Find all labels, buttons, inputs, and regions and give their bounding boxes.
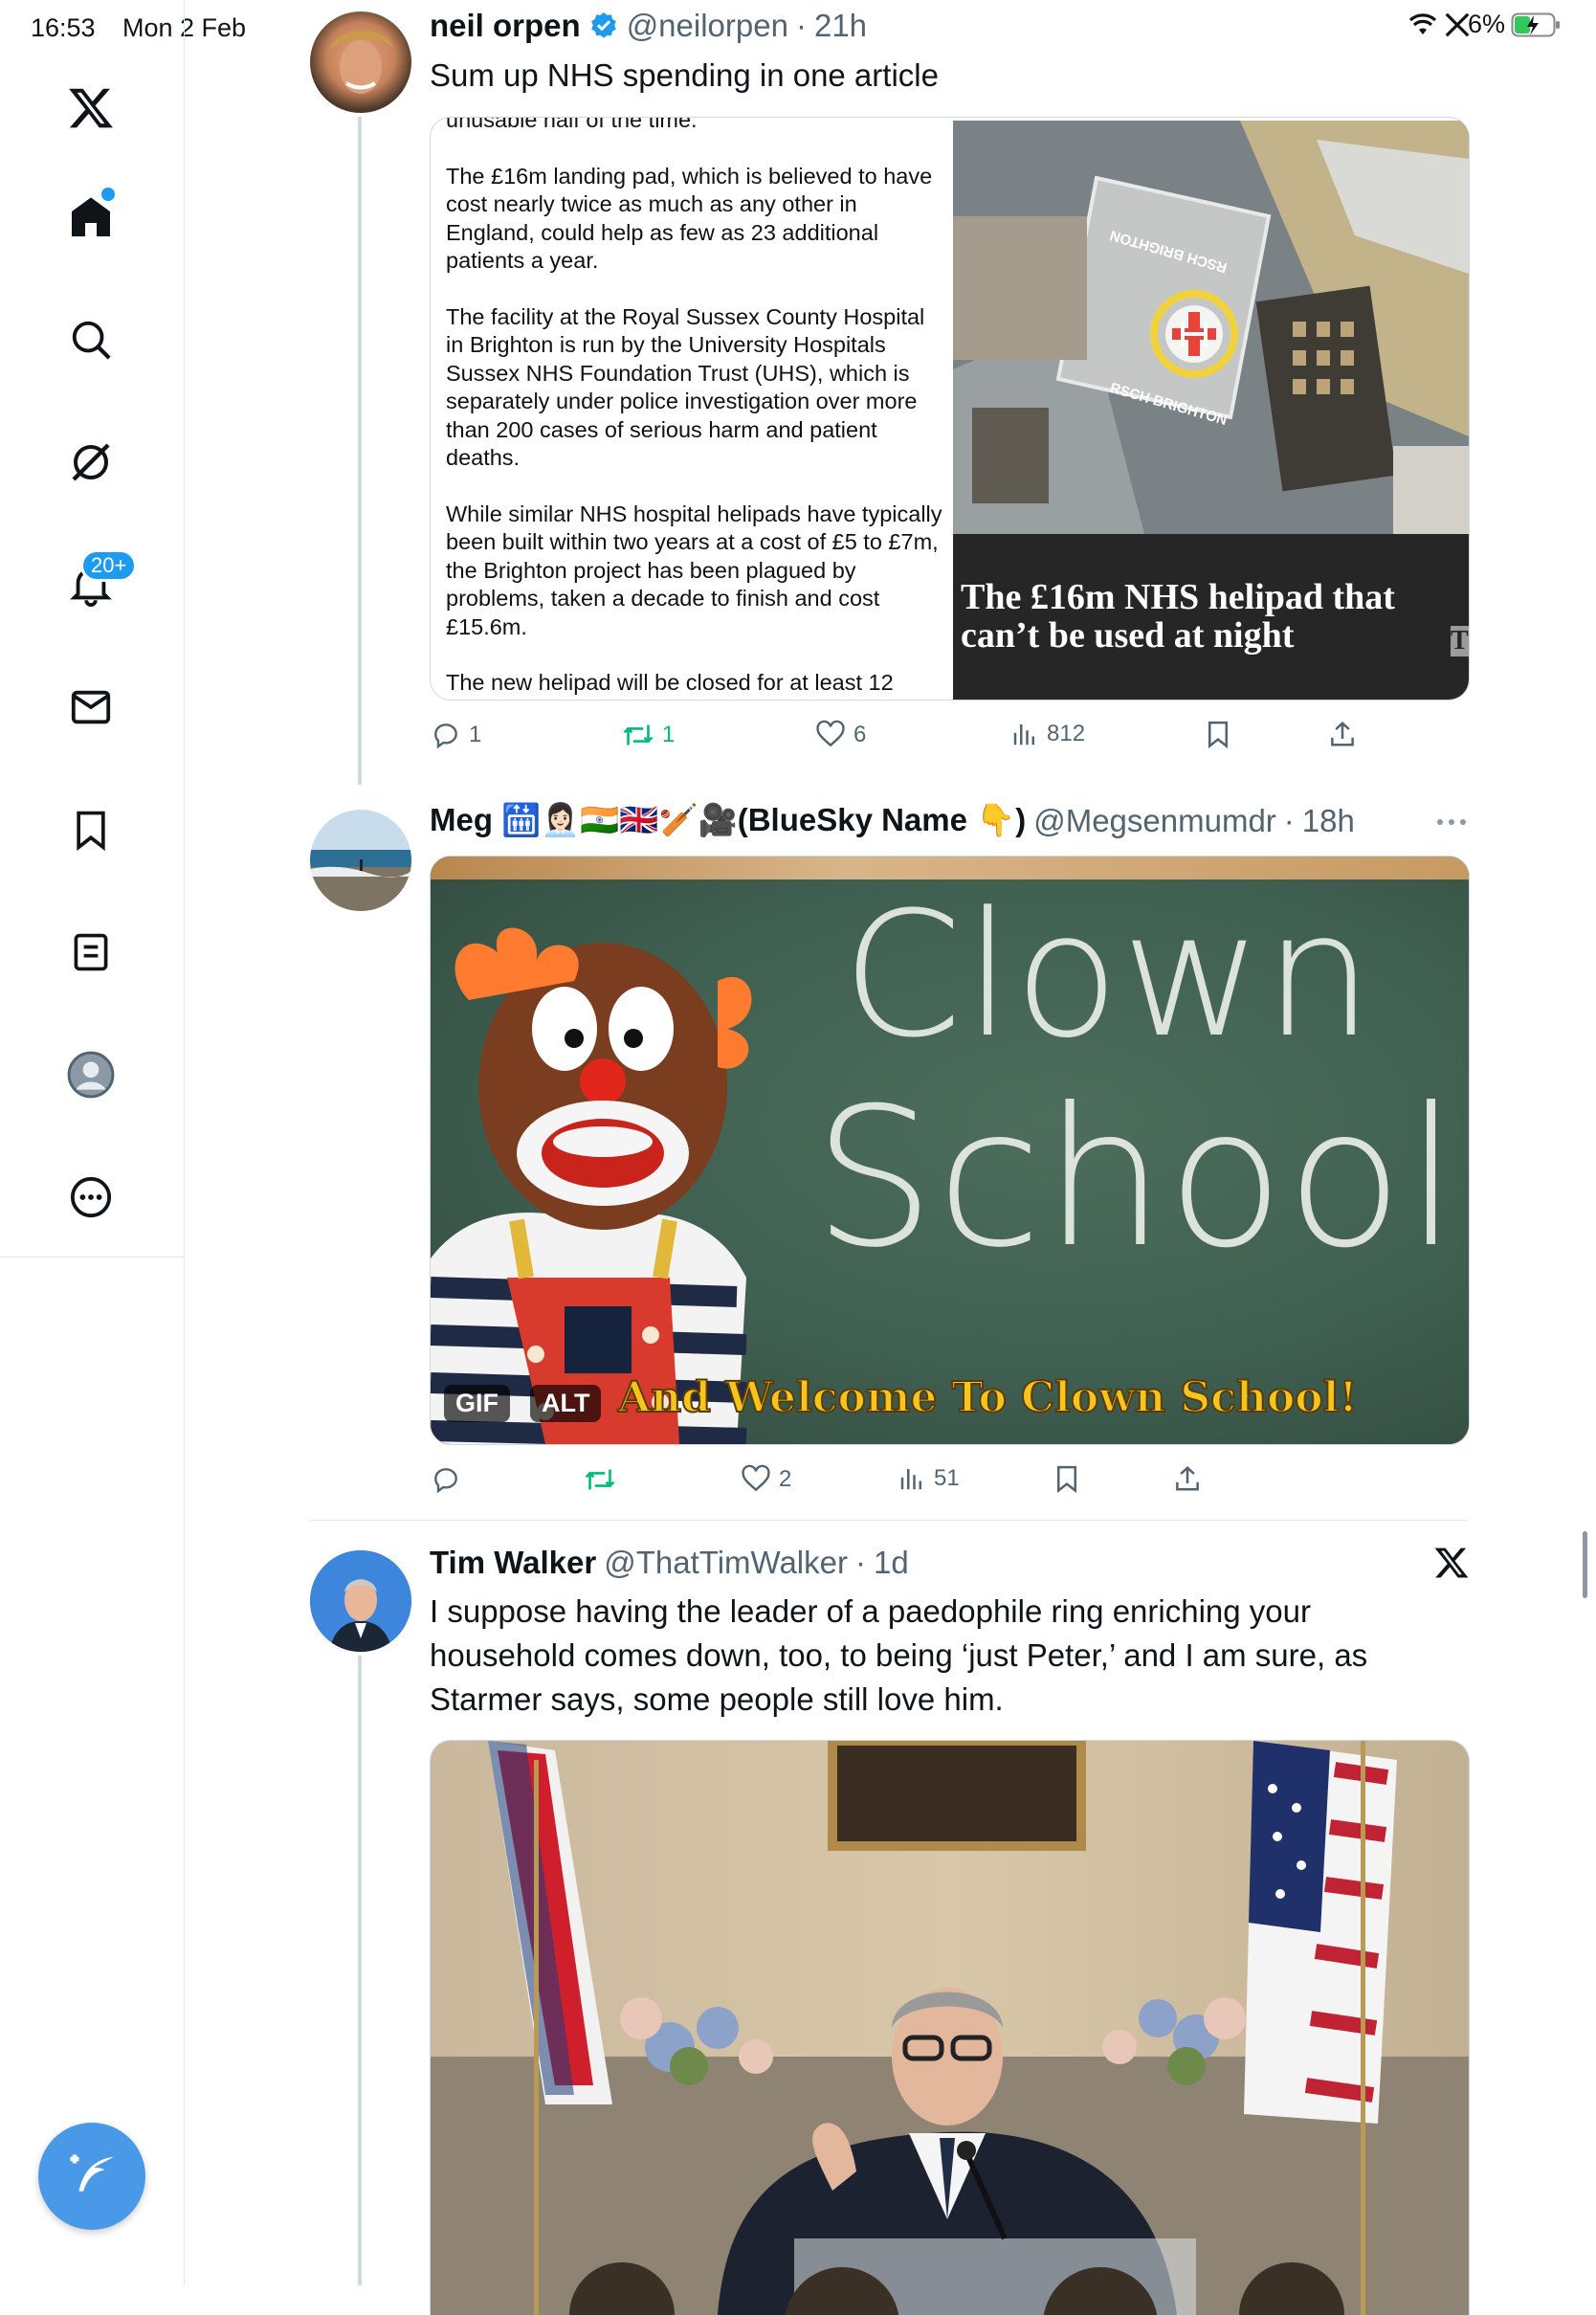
more-icon[interactable] [57,1164,124,1231]
alt-badge[interactable]: ALT [530,1385,602,1422]
repost-icon [623,724,654,746]
reply-button[interactable]: 1 [431,720,481,750]
tweet-image[interactable]: unusable half of the time. The £16m land… [430,117,1470,701]
article-paragraph: unusable half of the time. [446,117,698,132]
views-icon [1013,724,1034,746]
reply-count: 1 [469,722,482,747]
compose-icon [70,2154,114,2192]
gif-caption: And Welcome To Clown School! [617,1372,1359,1423]
battery-percent: 6% [1468,10,1506,38]
bookmark-icon [1208,721,1228,748]
chalk-text: Clown [842,876,1376,1076]
notifications-badge: 20+ [80,549,138,582]
share-button[interactable] [1173,1464,1202,1493]
author-handle[interactable]: @neilorpen [627,8,788,44]
article-paragraph: The facility at the Royal Sussex County … [446,303,925,471]
bookmark-button[interactable] [1204,720,1232,748]
article-body: unusable half of the time. The £16m land… [446,117,943,700]
home-unread-dot [101,188,115,201]
verified-badge-icon [590,12,616,38]
views-icon [900,1469,921,1490]
search-icon[interactable] [57,306,124,373]
reply-icon [434,1468,457,1494]
home-icon[interactable] [57,184,124,251]
headline-panel: The £16m NHS helipad that can’t be used … [953,534,1469,700]
battery-icon [1511,12,1561,36]
tweet-header: Meg 🛗👩🏻‍💼🇮🇳🇬🇧🏏🎥(BlueSky Name 👇) @Megsenm… [430,802,1355,839]
separator-dot: · [795,8,807,43]
avatar[interactable] [310,1550,411,1652]
views-button[interactable]: 812 [1010,720,1085,748]
more-horizontal-icon [1437,819,1466,825]
lists-icon[interactable] [57,919,124,986]
bookmarks-icon[interactable] [57,796,124,863]
like-count: 2 [779,1466,792,1492]
status-right: 6% [1408,10,1563,39]
views-button[interactable]: 51 [898,1464,960,1493]
tweet-header: neil orpen @neilorpen · 21h [430,8,867,44]
like-button[interactable]: 6 [815,720,866,750]
article-paragraph: While similar NHS hospital helipads have… [446,501,942,639]
grok-icon[interactable] [57,429,124,496]
bookmark-icon [1057,1465,1076,1493]
repost-button[interactable] [584,1464,624,1495]
author-name[interactable]: neil orpen [430,8,581,44]
wifi-icon [1408,12,1437,34]
timestamp[interactable]: 21h [814,8,867,44]
article-paragraph: The new helipad will be closed for at le… [446,670,894,695]
reply-button[interactable] [431,1464,469,1495]
author-name[interactable]: Tim Walker [430,1545,596,1581]
like-count: 6 [853,722,867,747]
chalk-text: School [813,1067,1460,1290]
share-icon [1176,1466,1199,1491]
messages-icon[interactable] [57,674,124,741]
author-handle[interactable]: @ThatTimWalker [604,1545,848,1581]
avatar[interactable] [310,810,411,911]
author-name[interactable]: Meg 🛗👩🏻‍💼🇮🇳🇬🇧🏏🎥(BlueSky Name 👇) [430,802,1026,839]
tweet-text: I suppose having the leader of a paedoph… [430,1593,1368,1717]
views-count: 812 [1047,721,1086,746]
x-logo-icon [1433,1545,1470,1586]
compose-button[interactable] [38,2123,145,2230]
avatar[interactable] [310,11,411,113]
separator-dot: · [1283,802,1295,838]
bookmark-button[interactable] [1053,1464,1081,1493]
clown-puppet [431,927,752,1444]
headline-edge-fragment: T [1451,626,1469,657]
tweet-text: Sum up NHS spending in one article [430,57,939,93]
profile-icon[interactable] [57,1041,124,1108]
thread-line [358,117,362,785]
author-handle[interactable]: @Megsenmumdr [1033,803,1276,839]
helipad-photo: RSCH BRIGHTON RSCH BRIGHTON [953,121,1469,534]
timestamp[interactable]: 18h [1302,803,1355,839]
share-button[interactable] [1328,720,1357,748]
scrollbar[interactable] [1583,1531,1587,1598]
article-paragraph: The £16m landing pad, which is believed … [446,163,933,274]
share-icon [1331,722,1354,746]
views-count: 51 [934,1465,960,1491]
repost-button[interactable]: 1 [622,720,675,750]
press-conference-photo [431,1741,1469,2315]
tweet-image[interactable] [430,1740,1470,2315]
gif-badge: GIF [444,1385,510,1422]
more-options-button[interactable] [1435,815,1468,834]
notifications-icon[interactable]: 20+ [57,549,138,618]
separator-dot: · [854,1545,866,1580]
tweet-gif[interactable]: Clown School And Welcome To Clown School… [430,856,1470,1445]
repost-icon [585,1469,615,1490]
heart-icon [816,720,845,747]
sidebar-divider [0,1257,184,1258]
reply-icon [434,723,457,749]
thread-line [358,1656,362,2285]
timestamp[interactable]: 1d [874,1545,909,1581]
like-button[interactable]: 2 [741,1464,791,1495]
repost-count: 1 [662,722,676,747]
article-headline: The £16m NHS helipad that can’t be used … [961,577,1395,656]
tweet-separator [310,1520,1468,1521]
x-logo-icon[interactable] [57,75,124,142]
tweet-header: Tim Walker @ThatTimWalker · 1d [430,1545,909,1581]
heart-icon [742,1464,770,1492]
